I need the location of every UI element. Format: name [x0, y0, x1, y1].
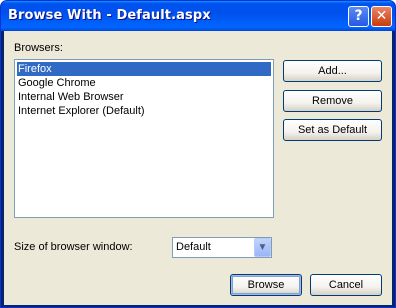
- chevron-down-icon[interactable]: ▼: [254, 238, 271, 257]
- set-as-default-button[interactable]: Set as Default: [283, 119, 382, 141]
- add-button[interactable]: Add...: [283, 60, 382, 82]
- title-bar[interactable]: Browse With - Default.aspx ? ✕: [1, 1, 395, 31]
- browsers-label: Browsers:: [14, 42, 63, 54]
- browse-with-dialog: Browse With - Default.aspx ? ✕ Browsers:…: [0, 0, 396, 308]
- dialog-body: Browsers: Firefox Google Chrome Internal…: [4, 31, 392, 305]
- window-size-value: Default: [176, 241, 211, 253]
- window-size-select[interactable]: Default ▼: [172, 237, 272, 258]
- list-item[interactable]: Google Chrome: [17, 76, 271, 90]
- browsers-listbox[interactable]: Firefox Google Chrome Internal Web Brows…: [14, 59, 274, 218]
- cancel-button[interactable]: Cancel: [310, 274, 382, 296]
- browse-button[interactable]: Browse: [230, 274, 302, 296]
- help-button[interactable]: ?: [348, 6, 369, 27]
- window-title: Browse With - Default.aspx: [8, 8, 211, 23]
- list-item[interactable]: Internal Web Browser: [17, 90, 271, 104]
- list-item[interactable]: Internet Explorer (Default): [17, 104, 271, 118]
- close-button[interactable]: ✕: [371, 6, 392, 27]
- remove-button[interactable]: Remove: [283, 90, 382, 112]
- list-item[interactable]: Firefox: [17, 62, 271, 76]
- window-size-label: Size of browser window:: [14, 241, 133, 253]
- help-icon: ?: [354, 8, 363, 24]
- close-icon: ✕: [375, 8, 388, 24]
